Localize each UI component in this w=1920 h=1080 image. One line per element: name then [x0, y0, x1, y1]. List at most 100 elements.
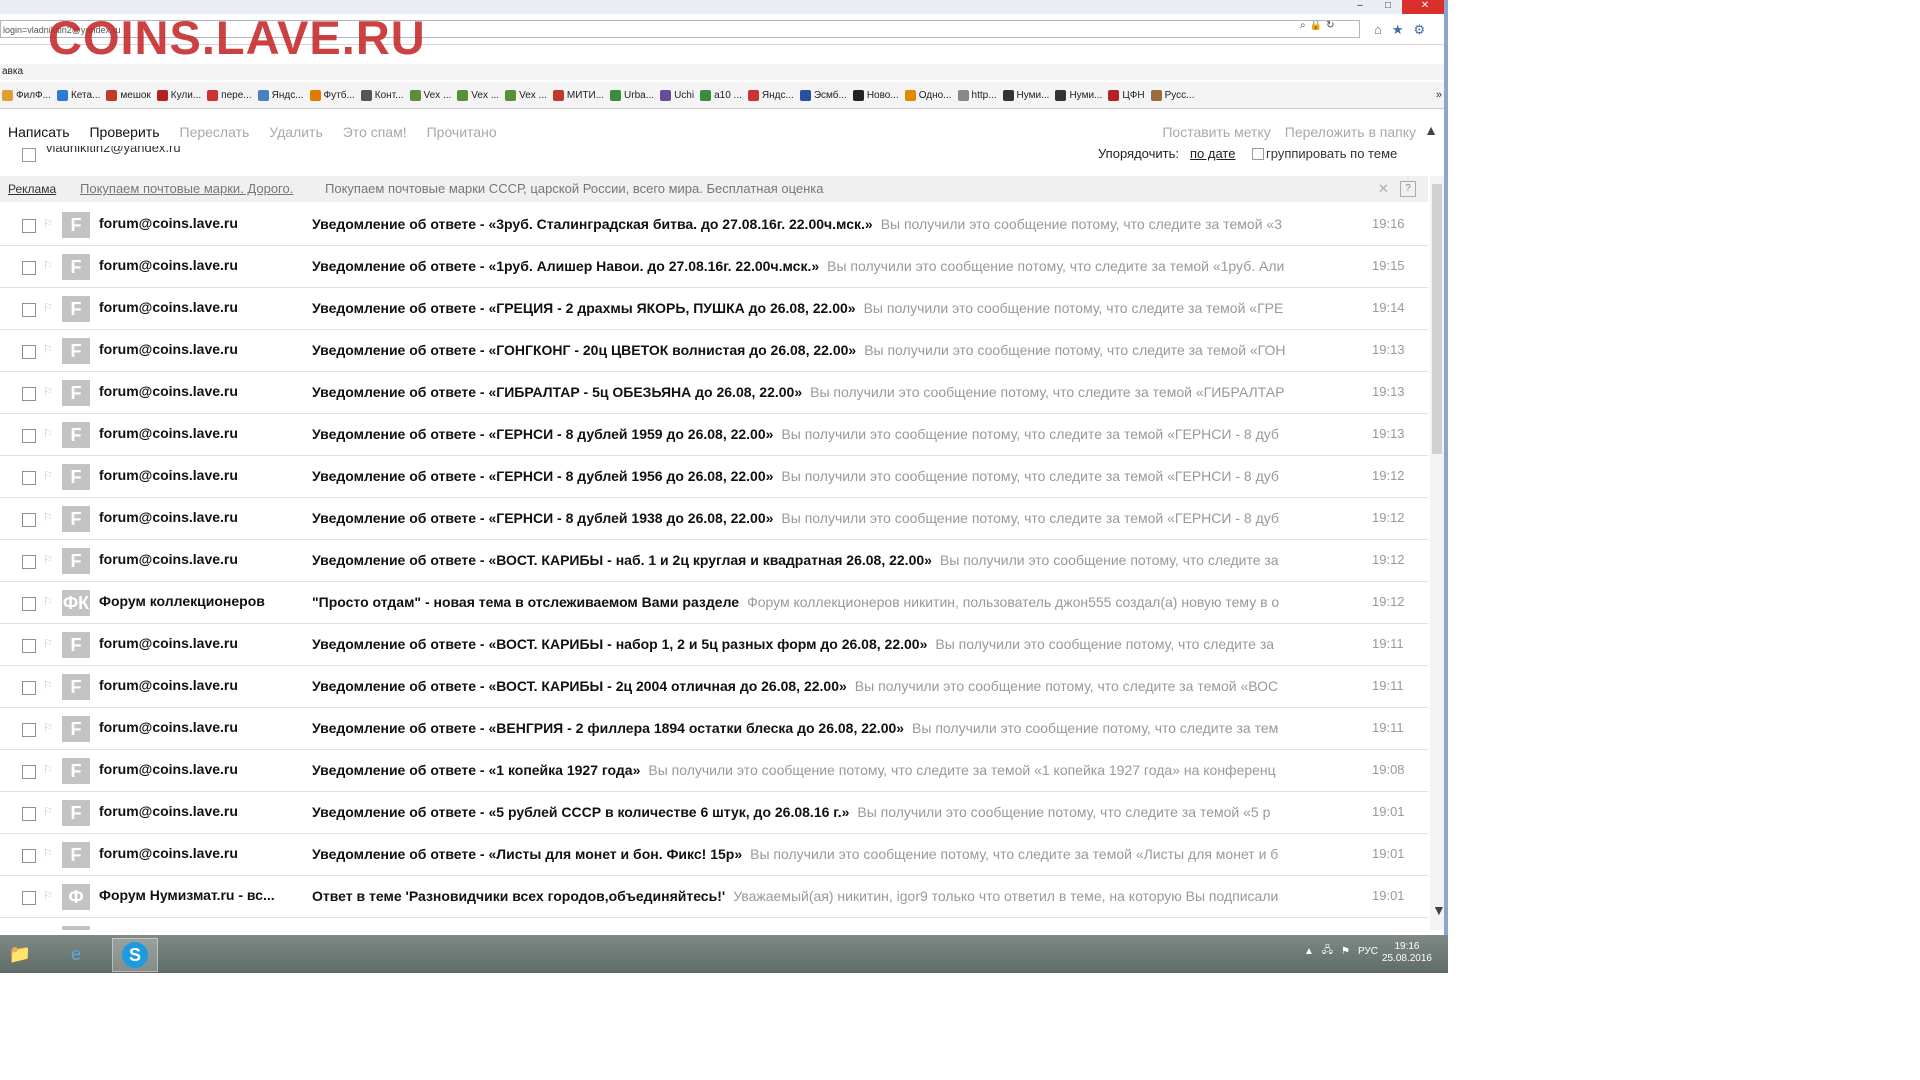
- bookmark-item[interactable]: Русс...: [1150, 89, 1195, 101]
- bookmark-item[interactable]: Нуми...: [1002, 89, 1049, 101]
- message-row[interactable]: ⚐Fforum@coins.lave.ruУведомление об отве…: [0, 330, 1428, 372]
- message-preview[interactable]: "Просто отдам" - новая тема в отслеживае…: [312, 594, 1327, 610]
- message-row[interactable]: ⚐Fforum@coins.lave.ruУведомление об отве…: [0, 792, 1428, 834]
- message-preview[interactable]: Уведомление об ответе - «ГИБРАЛТАР - 5ц …: [312, 384, 1327, 400]
- bookmark-item[interactable]: мешок: [106, 89, 151, 101]
- spam-button[interactable]: Это спам!: [343, 124, 407, 140]
- message-checkbox[interactable]: [22, 303, 36, 317]
- message-sender[interactable]: Форум коллекционеров: [99, 593, 299, 609]
- bookmark-item[interactable]: Кета...: [56, 89, 100, 101]
- message-preview[interactable]: Уведомление об ответе - «5 рублей СССР в…: [312, 804, 1327, 820]
- bookmark-item[interactable]: Vex ...: [505, 89, 547, 101]
- maximize-button[interactable]: □: [1374, 0, 1402, 14]
- flag-icon[interactable]: ⚐: [43, 301, 53, 314]
- message-checkbox[interactable]: [22, 345, 36, 359]
- message-sender[interactable]: forum@coins.lave.ru: [99, 551, 299, 567]
- bookmark-item[interactable]: Urba...: [610, 89, 654, 101]
- flag-icon[interactable]: ⚐: [43, 385, 53, 398]
- delete-button[interactable]: Удалить: [269, 124, 322, 140]
- message-row[interactable]: ⚐Fforum@coins.lave.ruУведомление об отве…: [0, 456, 1428, 498]
- flag-icon[interactable]: ⚐: [43, 889, 53, 902]
- message-preview[interactable]: Ответ в теме 'Разновидчики всех городов,…: [312, 888, 1327, 904]
- internet-explorer-icon[interactable]: e: [58, 938, 94, 970]
- reload-icon[interactable]: ↻: [1326, 20, 1334, 38]
- folder-icon[interactable]: 📁: [2, 938, 38, 970]
- flag-icon[interactable]: ⚐: [43, 259, 53, 272]
- help-icon[interactable]: ?: [1400, 181, 1416, 197]
- message-sender[interactable]: forum@coins.lave.ru: [99, 803, 299, 819]
- message-checkbox[interactable]: [22, 681, 36, 695]
- search-icon[interactable]: ⌕: [1300, 20, 1306, 38]
- bookmark-item[interactable]: ЦФН: [1108, 89, 1145, 101]
- group-by-thread-label[interactable]: группировать по теме: [1266, 146, 1397, 161]
- message-sender[interactable]: forum@coins.lave.ru: [99, 257, 299, 273]
- message-checkbox[interactable]: [22, 723, 36, 737]
- ad-label-link[interactable]: Реклама: [8, 176, 56, 202]
- lock-icon[interactable]: 🔒: [1310, 20, 1322, 38]
- message-row[interactable]: ⚐Fforum@coins.lave.ruУведомление об отве…: [0, 750, 1428, 792]
- close-icon[interactable]: ✕: [1378, 176, 1389, 202]
- flag-icon[interactable]: ⚐: [43, 763, 53, 776]
- flag-icon[interactable]: ⚐: [43, 511, 53, 524]
- message-preview[interactable]: Уведомление об ответе - «ГЕРНСИ - 8 дубл…: [312, 426, 1327, 442]
- message-checkbox[interactable]: [22, 807, 36, 821]
- chevron-up-icon[interactable]: ▲: [1424, 122, 1438, 138]
- message-row[interactable]: ⚐Fforum@coins.lave.ruУведомление об отве…: [0, 414, 1428, 456]
- flag-icon[interactable]: ⚐: [43, 679, 53, 692]
- network-icon[interactable]: 🖧: [1322, 943, 1333, 960]
- message-preview[interactable]: Уведомление об ответе - «1 копейка 1927 …: [312, 762, 1327, 778]
- message-preview[interactable]: Уведомление об ответе - «Листы для монет…: [312, 846, 1327, 862]
- bookmark-item[interactable]: Футб...: [309, 89, 355, 101]
- tray-up-icon[interactable]: ▲: [1304, 946, 1314, 957]
- message-row[interactable]: ⚐Fforum@coins.lave.ruУведомление об отве…: [0, 540, 1428, 582]
- message-preview[interactable]: Уведомление об ответе - «3руб. Сталингра…: [312, 216, 1327, 232]
- message-row[interactable]: ⚐Fforum@coins.lave.ruУведомление об отве…: [0, 288, 1428, 330]
- set-label-button[interactable]: Поставить метку: [1162, 124, 1270, 140]
- flag-icon[interactable]: ⚐: [43, 637, 53, 650]
- message-row[interactable]: ⚐ Ф Форум Нумизмат.ru - вс... Ответ в теме …: [0, 876, 1428, 918]
- flag-icon[interactable]: ⚐: [43, 343, 53, 356]
- message-sender[interactable]: forum@coins.lave.ru: [99, 719, 299, 735]
- compose-button[interactable]: Написать: [8, 124, 69, 140]
- message-checkbox[interactable]: [22, 639, 36, 653]
- language-indicator[interactable]: РУС: [1358, 946, 1378, 957]
- skype-taskbar-button[interactable]: S: [112, 938, 158, 972]
- sort-by-date-link[interactable]: по дате: [1190, 146, 1235, 161]
- message-checkbox[interactable]: [22, 471, 36, 485]
- message-preview[interactable]: Уведомление об ответе - «ГРЕЦИЯ - 2 драх…: [312, 300, 1327, 316]
- flag-icon[interactable]: ⚐: [43, 847, 53, 860]
- message-sender[interactable]: Форум Нумизмат.ru - вс...: [99, 887, 299, 903]
- bookmark-item[interactable]: Яндс...: [747, 89, 794, 101]
- message-row[interactable]: ⚐ ФК Форум коллекционеров "Просто отдам" - …: [0, 582, 1428, 624]
- message-row[interactable]: ⚐Fforum@coins.lave.ruУведомление об отве…: [0, 204, 1428, 246]
- bookmark-item[interactable]: Эсмб...: [799, 89, 847, 101]
- clock[interactable]: 19:16 25.08.2016: [1382, 941, 1432, 965]
- flag-icon[interactable]: ⚐: [43, 553, 53, 566]
- home-icon[interactable]: ⌂: [1374, 22, 1382, 38]
- bookmark-item[interactable]: Яндс...: [257, 89, 304, 101]
- message-row[interactable]: ⚐Fforum@coins.lave.ruУведомление об отве…: [0, 708, 1428, 750]
- menu-item[interactable]: авка: [2, 66, 23, 77]
- bookmark-item[interactable]: http...: [957, 89, 997, 101]
- message-sender[interactable]: forum@coins.lave.ru: [99, 383, 299, 399]
- message-row[interactable]: ⚐Fforum@coins.lave.ruУведомление об отве…: [0, 834, 1428, 876]
- minimize-button[interactable]: –: [1346, 0, 1374, 14]
- message-row[interactable]: ⚐Fforum@coins.lave.ruУведомление об отве…: [0, 918, 1428, 930]
- message-row[interactable]: ⚐Fforum@coins.lave.ruУведомление об отве…: [0, 666, 1428, 708]
- message-row[interactable]: ⚐Fforum@coins.lave.ruУведомление об отве…: [0, 624, 1428, 666]
- message-sender[interactable]: forum@coins.lave.ru: [99, 677, 299, 693]
- bookmark-item[interactable]: Vex ...: [457, 89, 499, 101]
- mark-read-button[interactable]: Прочитано: [427, 124, 497, 140]
- flag-icon[interactable]: ⚐: [43, 427, 53, 440]
- flag-icon[interactable]: ⚐: [43, 721, 53, 734]
- bookmark-item[interactable]: пере...: [207, 89, 252, 101]
- bookmark-item[interactable]: Кули...: [156, 89, 201, 101]
- message-row[interactable]: ⚐Fforum@coins.lave.ruУведомление об отве…: [0, 498, 1428, 540]
- message-sender[interactable]: forum@coins.lave.ru: [99, 509, 299, 525]
- message-sender[interactable]: forum@coins.lave.ru: [99, 215, 299, 231]
- bookmark-item[interactable]: МИТИ...: [552, 89, 604, 101]
- message-preview[interactable]: Уведомление об ответе - «ГЕРНСИ - 8 дубл…: [312, 510, 1327, 526]
- bookmark-item[interactable]: Uchi: [660, 89, 694, 101]
- flag-icon[interactable]: ⚐: [43, 595, 53, 608]
- message-checkbox[interactable]: [22, 849, 36, 863]
